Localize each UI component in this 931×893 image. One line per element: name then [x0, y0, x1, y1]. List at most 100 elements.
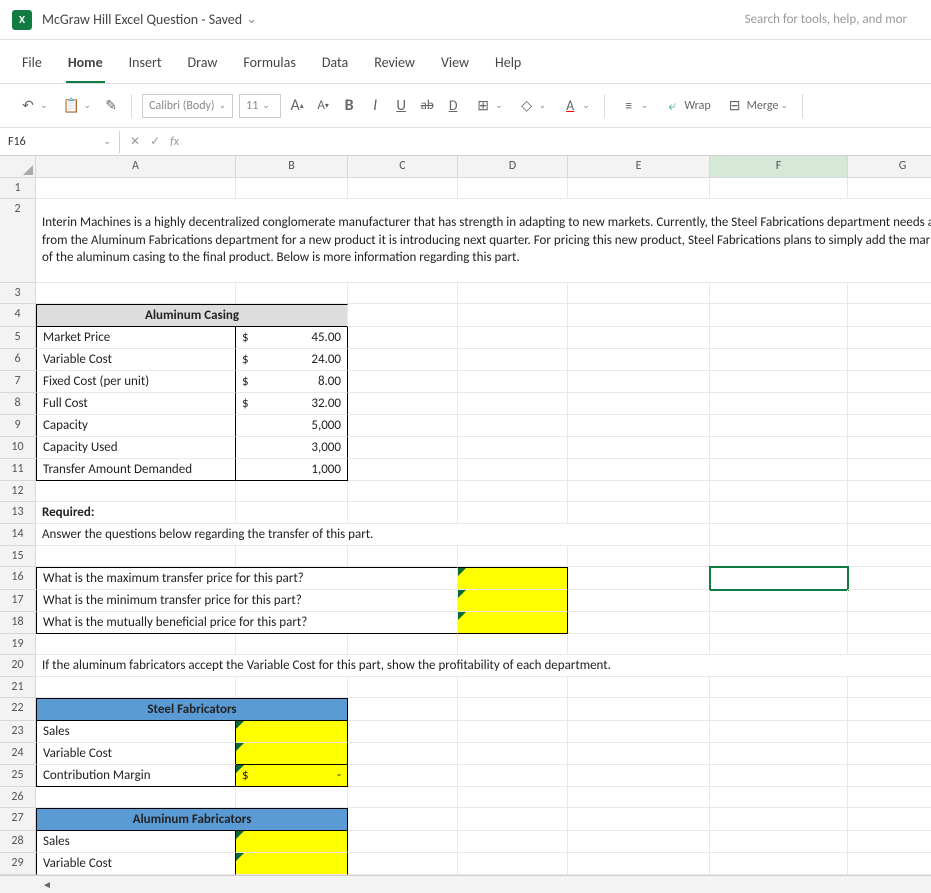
steel-contrib-value[interactable]: $-: [236, 765, 348, 787]
spreadsheet-grid[interactable]: A B C D E F G H 1 2 Interin Machines is …: [0, 156, 931, 893]
cell[interactable]: [848, 721, 931, 743]
row-header[interactable]: 14: [0, 524, 36, 546]
cell[interactable]: [458, 437, 568, 459]
cell[interactable]: [848, 590, 931, 612]
cell[interactable]: [710, 304, 848, 327]
cell[interactable]: [710, 178, 848, 199]
answer-mutual-price[interactable]: [458, 612, 568, 634]
cell[interactable]: [568, 590, 710, 612]
cell[interactable]: [348, 371, 458, 393]
cell[interactable]: [458, 327, 568, 349]
cell[interactable]: [568, 831, 710, 853]
cell[interactable]: [458, 698, 568, 721]
cell[interactable]: [348, 546, 458, 567]
cell[interactable]: [848, 808, 931, 831]
tab-review[interactable]: Review: [372, 48, 417, 83]
cell[interactable]: [458, 853, 568, 875]
align-button[interactable]: ≡⌄: [615, 94, 653, 118]
cell[interactable]: [568, 304, 710, 327]
cell[interactable]: [710, 808, 848, 831]
cell[interactable]: [458, 415, 568, 437]
row-header[interactable]: 6: [0, 349, 36, 371]
cell[interactable]: [236, 677, 348, 698]
fixed-cost-value[interactable]: $8.00: [236, 371, 348, 393]
cell[interactable]: [348, 765, 458, 787]
tab-file[interactable]: File: [20, 48, 44, 83]
cell[interactable]: [848, 546, 931, 567]
cell[interactable]: [348, 481, 458, 502]
cell[interactable]: [568, 459, 710, 481]
cell[interactable]: [568, 415, 710, 437]
enter-icon[interactable]: ✓: [150, 134, 160, 149]
cell[interactable]: [236, 481, 348, 502]
cell[interactable]: [848, 853, 931, 875]
steel-varcost-value[interactable]: [236, 743, 348, 765]
cell[interactable]: [710, 853, 848, 875]
paste-button[interactable]: 📋⌄: [58, 94, 96, 118]
cell[interactable]: [710, 677, 848, 698]
cell[interactable]: [848, 787, 931, 808]
full-cost-value[interactable]: $32.00: [236, 393, 348, 415]
strike-button[interactable]: ab: [417, 96, 437, 116]
cell[interactable]: [710, 765, 848, 787]
cell[interactable]: [348, 459, 458, 481]
intro-text[interactable]: Interin Machines is a highly decentraliz…: [36, 199, 931, 283]
cell[interactable]: [236, 502, 348, 524]
cell[interactable]: [458, 502, 568, 524]
chevron-down-icon[interactable]: ⌄: [246, 12, 257, 27]
answer-instruction[interactable]: Answer the questions below regarding the…: [36, 524, 710, 546]
cell[interactable]: [710, 502, 848, 524]
variable-cost-label[interactable]: Variable Cost: [36, 349, 236, 371]
cell[interactable]: [458, 178, 568, 199]
cell[interactable]: [348, 502, 458, 524]
cell[interactable]: [568, 787, 710, 808]
cell[interactable]: [458, 546, 568, 567]
row-header[interactable]: 3: [0, 283, 36, 304]
row-header[interactable]: 22: [0, 698, 36, 721]
cell[interactable]: [710, 612, 848, 634]
row-header[interactable]: 23: [0, 721, 36, 743]
undo-button[interactable]: ↶⌄: [14, 94, 52, 118]
cell[interactable]: [348, 698, 458, 721]
cell[interactable]: [568, 808, 710, 831]
row-header[interactable]: 9: [0, 415, 36, 437]
market-price-label[interactable]: Market Price: [36, 327, 236, 349]
cell[interactable]: [848, 371, 931, 393]
cell[interactable]: [36, 677, 236, 698]
cell[interactable]: [710, 743, 848, 765]
col-header-D[interactable]: D: [458, 156, 568, 178]
steel-sales-value[interactable]: [236, 721, 348, 743]
cell[interactable]: [710, 634, 848, 655]
cell[interactable]: [36, 178, 236, 199]
row-header[interactable]: 15: [0, 546, 36, 567]
cell[interactable]: [848, 283, 931, 304]
cell[interactable]: [848, 178, 931, 199]
cell[interactable]: [848, 459, 931, 481]
col-header-B[interactable]: B: [236, 156, 348, 178]
full-cost-label[interactable]: Full Cost: [36, 393, 236, 415]
row-header[interactable]: 28: [0, 831, 36, 853]
steel-sales-label[interactable]: Sales: [36, 721, 236, 743]
cell[interactable]: [348, 415, 458, 437]
name-box[interactable]: F16⌄: [0, 131, 120, 153]
tab-view[interactable]: View: [439, 48, 471, 83]
capacity-used-label[interactable]: Capacity Used: [36, 437, 236, 459]
cell[interactable]: [848, 349, 931, 371]
steel-fabricators-header[interactable]: Steel Fabricators: [36, 698, 348, 721]
row-header[interactable]: 2: [0, 199, 36, 283]
transfer-amount-value[interactable]: 1,000: [236, 459, 348, 481]
q-min-transfer[interactable]: What is the minimum transfer price for t…: [36, 590, 458, 612]
active-cell-F16[interactable]: [710, 567, 848, 590]
cell[interactable]: [848, 612, 931, 634]
cell[interactable]: [710, 524, 848, 546]
cell[interactable]: [568, 698, 710, 721]
row-header[interactable]: 20: [0, 655, 36, 677]
cell[interactable]: [848, 743, 931, 765]
cell[interactable]: [568, 349, 710, 371]
borders-button[interactable]: ⊞⌄: [469, 94, 507, 118]
search-input[interactable]: Search for tools, help, and mor: [733, 6, 919, 33]
aluminum-casing-header[interactable]: Aluminum Casing: [36, 304, 348, 327]
cell[interactable]: [848, 393, 931, 415]
cell[interactable]: [710, 831, 848, 853]
cell[interactable]: [348, 808, 458, 831]
